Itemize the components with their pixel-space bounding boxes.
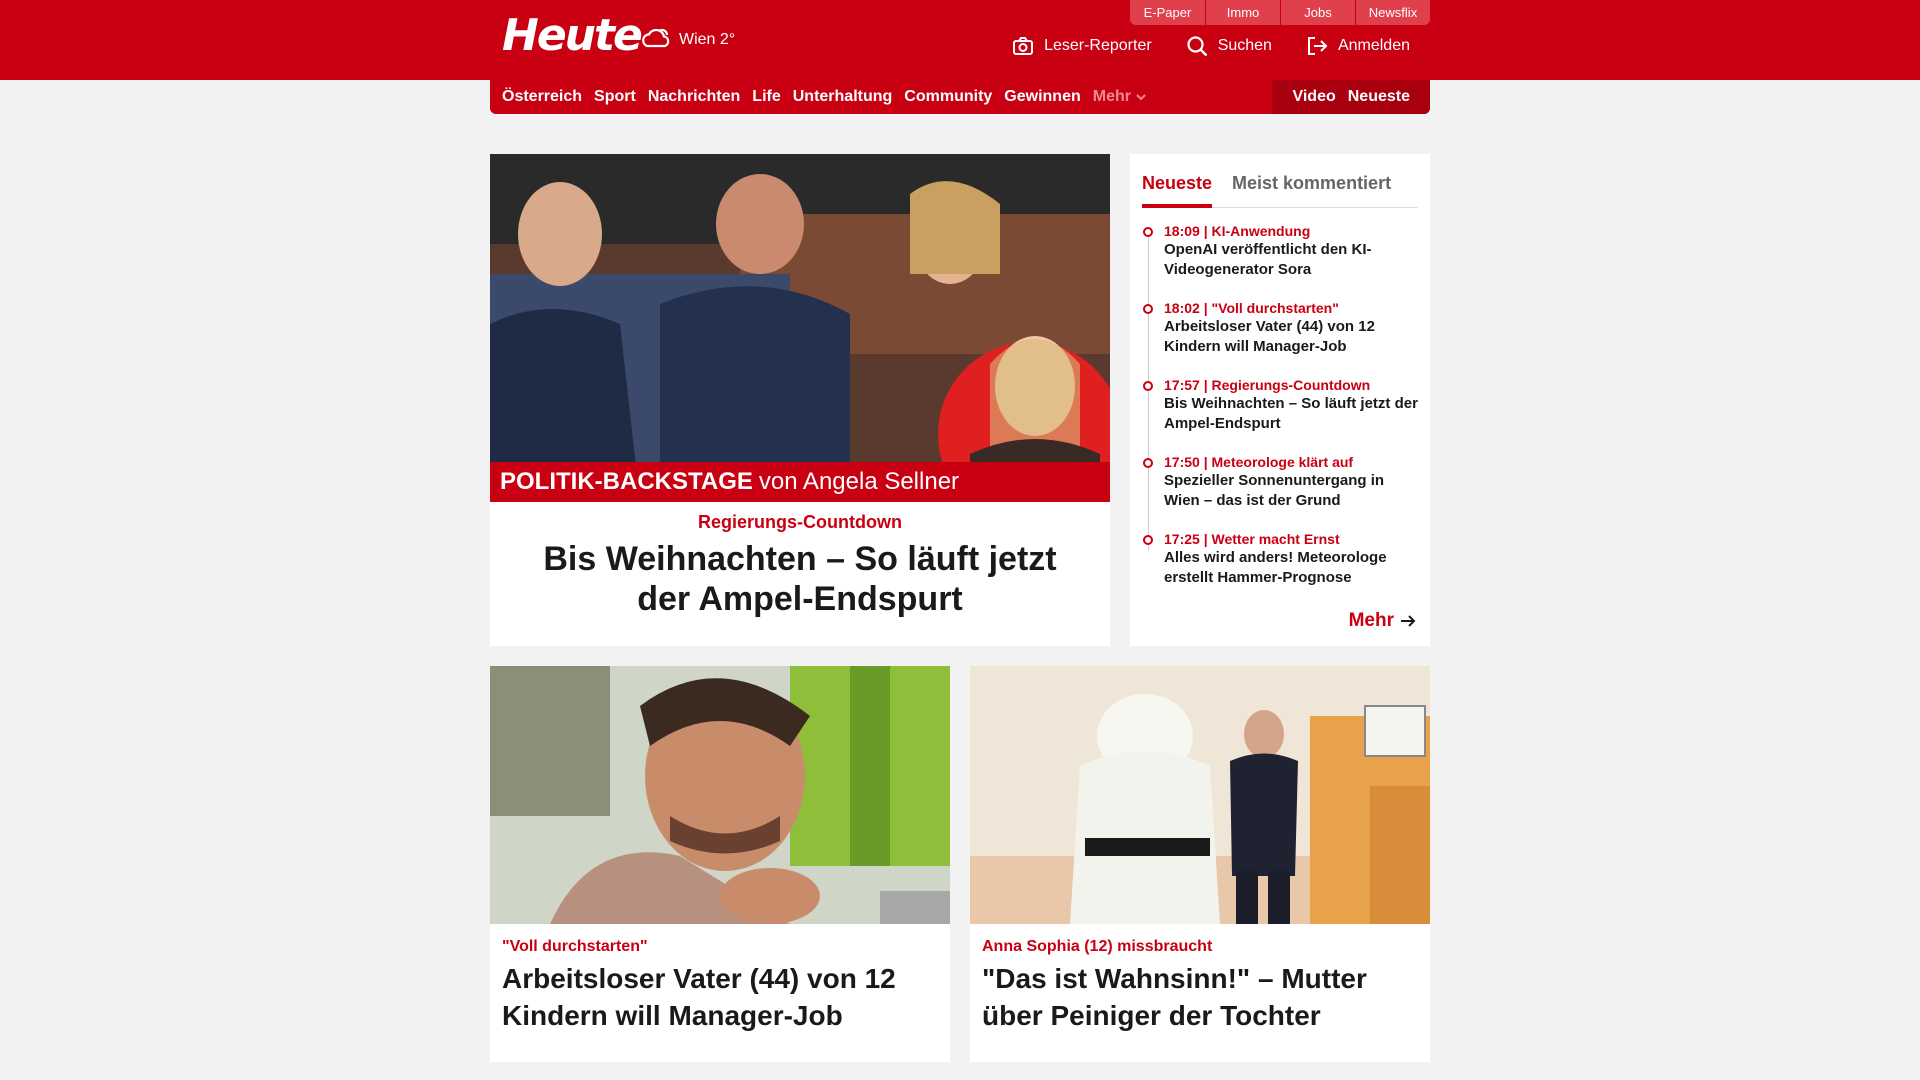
search-label: Suchen	[1217, 37, 1272, 54]
login-button[interactable]: Anmelden	[1306, 35, 1410, 57]
login-label: Anmelden	[1337, 37, 1410, 54]
feed-item[interactable]: 18:09 | KI-Anwendung OpenAI veröffentlic…	[1142, 222, 1418, 280]
tab-neueste[interactable]: Neueste	[1142, 162, 1213, 208]
timeline-dot-icon	[1143, 535, 1153, 545]
feed-item[interactable]: 17:57 | Regierungs-Countdown Bis Weihnac…	[1142, 376, 1418, 434]
sidebar-more-link[interactable]: Mehr	[1349, 610, 1416, 632]
leser-reporter-button[interactable]: Leser-Reporter	[1012, 35, 1152, 57]
heute-logo[interactable]: Heute	[502, 10, 643, 61]
cloud-sun-icon	[642, 28, 670, 48]
article-image[interactable]	[490, 666, 950, 924]
main-nav: Österreich Sport Nachrichten Life Unterh…	[490, 80, 1430, 114]
hero-kicker: Regierungs-Countdown	[698, 512, 902, 532]
article-card: "Voll durchstarten" Arbeitsloser Vater (…	[490, 666, 950, 1062]
feed-item[interactable]: 18:02 | "Voll durchstarten" Arbeitsloser…	[1142, 299, 1418, 357]
timeline-dot-icon	[1143, 458, 1153, 468]
article-image[interactable]	[970, 666, 1430, 924]
hero-banner-author: von Angela Sellner	[758, 468, 960, 495]
nav-item-nachrichten[interactable]: Nachrichten	[648, 88, 740, 106]
feed-item-headline: Bis Weihnachten – So läuft jetzt der Amp…	[1164, 395, 1418, 432]
epaper-link[interactable]: E-Paper	[1130, 0, 1205, 25]
immo-link[interactable]: Immo	[1205, 0, 1280, 25]
hero-article: POLITIK-BACKSTAGE von Angela Sellner Reg…	[490, 154, 1110, 646]
hero-image[interactable]: POLITIK-BACKSTAGE von Angela Sellner	[490, 154, 1110, 502]
article-card: Anna Sophia (12) missbraucht "Das ist Wa…	[970, 666, 1430, 1062]
feed-item-meta: 17:25 | Wetter macht Ernst	[1164, 531, 1340, 547]
timeline-dot-icon	[1143, 227, 1153, 237]
utility-nav: Leser-Reporter Suchen Anmelden	[1012, 35, 1410, 57]
nav-item-neueste[interactable]: Neueste	[1348, 88, 1410, 106]
nav-item-sport[interactable]: Sport	[594, 88, 636, 106]
external-links: E-Paper Immo Jobs Newsflix	[1130, 0, 1430, 25]
hero-banner: POLITIK-BACKSTAGE von Angela Sellner	[490, 462, 1110, 502]
nav-item-unterhaltung[interactable]: Unterhaltung	[793, 88, 893, 106]
header-inner: Heute Wien 2° E-Paper Immo Jobs Newsflix…	[490, 0, 1430, 80]
article-photo	[970, 666, 1430, 924]
camera-icon	[1013, 37, 1034, 55]
nav-more-label: Mehr	[1092, 88, 1131, 105]
article-kicker: "Voll durchstarten"	[502, 938, 648, 955]
news-feed: 18:09 | KI-Anwendung OpenAI veröffentlic…	[1142, 222, 1418, 588]
weather-widget[interactable]: Wien 2°	[639, 26, 735, 54]
nav-item-video[interactable]: Video	[1292, 88, 1335, 106]
sidebar-tabs: Neueste Meist kommentiert	[1142, 162, 1418, 208]
jobs-link[interactable]: Jobs	[1280, 0, 1355, 25]
article-title[interactable]: Arbeitsloser Vater (44) von 12 Kindern w…	[502, 960, 938, 1034]
article-photo	[490, 666, 950, 924]
feed-item-meta: 17:50 | Meteorologe klärt auf	[1164, 454, 1354, 470]
feed-item-headline: Arbeitsloser Vater (44) von 12 Kindern w…	[1164, 318, 1375, 355]
feed-item-meta: 18:02 | "Voll durchstarten"	[1164, 300, 1339, 316]
chevron-down-icon	[1136, 94, 1146, 101]
nav-right-group: Video Neueste	[1272, 80, 1430, 114]
sidebar-more-label: Mehr	[1348, 610, 1394, 631]
feed-item-meta: 18:09 | KI-Anwendung	[1164, 223, 1311, 239]
arrow-right-icon	[1401, 615, 1416, 627]
feed-item-meta: 17:57 | Regierungs-Countdown	[1164, 377, 1371, 393]
timeline-dot-icon	[1143, 381, 1153, 391]
feed-item-headline: Alles wird anders! Meteorologe erstellt …	[1164, 549, 1387, 586]
search-icon	[1187, 36, 1208, 57]
timeline-dot-icon	[1143, 304, 1153, 314]
feed-item[interactable]: 17:25 | Wetter macht Ernst Alles wird an…	[1142, 530, 1418, 588]
top-header: Heute Wien 2° E-Paper Immo Jobs Newsflix…	[0, 0, 1920, 80]
article-kicker: Anna Sophia (12) missbraucht	[982, 938, 1213, 955]
weather-text: Wien 2°	[679, 31, 736, 48]
tab-meist-kommentiert[interactable]: Meist kommentiert	[1232, 162, 1391, 208]
leser-reporter-label: Leser-Reporter	[1044, 37, 1152, 54]
hero-title[interactable]: Bis Weihnachten – So läuft jetzt der Amp…	[520, 539, 1080, 619]
feed-item-headline: Spezieller Sonnenuntergang in Wien – das…	[1164, 472, 1385, 509]
article-title[interactable]: "Das ist Wahnsinn!" – Mutter über Peinig…	[982, 960, 1418, 1034]
feed-item[interactable]: 17:50 | Meteorologe klärt auf Spezieller…	[1142, 453, 1418, 511]
login-icon	[1307, 37, 1328, 55]
hero-banner-bold: POLITIK-BACKSTAGE	[500, 468, 753, 495]
nav-item-life[interactable]: Life	[752, 88, 780, 106]
nav-item-oesterreich[interactable]: Österreich	[502, 88, 582, 106]
search-button[interactable]: Suchen	[1186, 35, 1272, 57]
nav-item-community[interactable]: Community	[904, 88, 992, 106]
newsflix-link[interactable]: Newsflix	[1355, 0, 1430, 25]
hero-photo	[490, 154, 1110, 502]
feed-item-headline: OpenAI veröffentlicht den KI-Videogenera…	[1164, 241, 1372, 278]
nav-more-dropdown[interactable]: Mehr	[1093, 88, 1146, 106]
nav-item-gewinnen[interactable]: Gewinnen	[1004, 88, 1080, 106]
news-sidebar: Neueste Meist kommentiert 18:09 | KI-Anw…	[1130, 154, 1430, 646]
